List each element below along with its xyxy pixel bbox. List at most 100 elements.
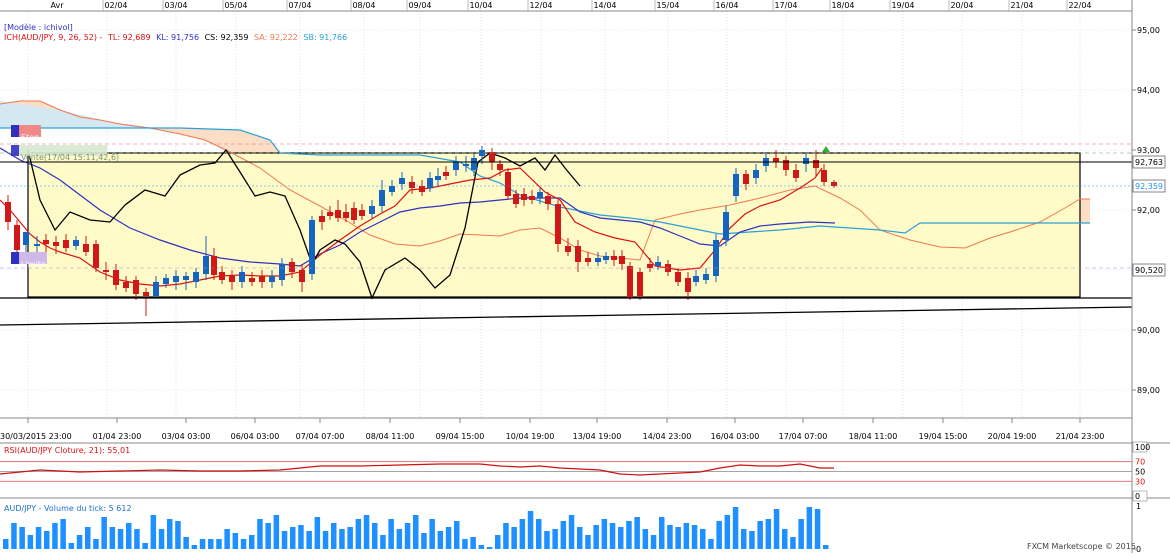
candle-bear — [513, 194, 519, 204]
bottom-axis-label: 21/04 23:00 — [1056, 432, 1105, 441]
volume-bar — [183, 537, 189, 549]
volume-bar — [27, 535, 34, 549]
top-axis-date: 17/04 — [774, 1, 797, 10]
volume-bar — [281, 531, 288, 549]
candle-bear — [793, 170, 799, 178]
candle-bull — [389, 186, 395, 192]
volume-bar — [380, 535, 386, 549]
candle-bear — [565, 246, 571, 252]
candle-bull — [34, 244, 40, 246]
volume-bar — [265, 523, 271, 549]
candle-bull — [723, 212, 729, 240]
candle-bear — [611, 256, 617, 260]
candle-bull — [595, 258, 601, 262]
volume-bar — [519, 519, 526, 549]
candle-bear — [831, 182, 837, 186]
bottom-axis-label: 01/04 23:00 — [93, 432, 142, 441]
candle-bear — [103, 270, 109, 272]
bottom-axis-label: 16/04 03:00 — [711, 432, 760, 441]
volume-bar — [68, 543, 75, 549]
candle-bear — [327, 212, 333, 216]
volume-bar — [782, 529, 788, 549]
bottom-axis-label: 20/04 19:00 — [988, 432, 1037, 441]
candle-bull — [753, 170, 759, 178]
candle-bear — [497, 164, 503, 170]
candle-bull — [173, 276, 179, 282]
volume-bar — [158, 529, 165, 549]
volume-bar — [232, 533, 239, 549]
candle-bear — [143, 292, 149, 296]
volume-bar — [552, 529, 558, 549]
sell-order-tag[interactable]: Vente(17/04 15:11,42,6) — [11, 145, 119, 162]
candle-bear — [585, 258, 591, 262]
candle-bear — [219, 272, 225, 280]
volume-bar — [659, 517, 665, 549]
price-chart[interactable]: Avr 02/04 03/04 05/04 07/04 08/04 09/04 10/04 12… — [0, 0, 1170, 554]
top-axis-date: 20/04 — [950, 1, 973, 10]
tl-value: TL: 92,689 — [107, 33, 151, 42]
candle-bull — [73, 240, 79, 246]
candle-bear — [93, 244, 99, 268]
rsi-tick-label: 0 — [1135, 492, 1140, 501]
bottom-axis-label: 19/04 15:00 — [919, 432, 968, 441]
candle-bear — [123, 282, 129, 288]
bottom-axis-label: 06/04 03:00 — [231, 432, 280, 441]
candle-bear — [83, 244, 89, 252]
volume-bar — [126, 523, 132, 549]
volume-bar — [216, 539, 222, 549]
volume-tick-bottom: 0 — [1136, 545, 1141, 553]
volume-bar — [495, 535, 501, 549]
volume-bar — [101, 517, 107, 549]
limit-order-tag[interactable]: Limite — [11, 252, 47, 269]
candle-bull — [269, 276, 275, 282]
volume-tick-top: 1 — [1136, 502, 1141, 511]
volume-bar — [527, 511, 534, 549]
candle-bear — [545, 196, 551, 204]
candle-bull — [23, 232, 29, 245]
candle-bear — [229, 276, 235, 282]
candle-bull — [239, 272, 245, 282]
volume-bar — [568, 515, 575, 549]
candle-bull — [379, 190, 385, 206]
candle-bull — [153, 282, 159, 296]
volume-bar — [626, 521, 632, 549]
cs-value: CS: 92,359 — [204, 33, 249, 42]
volume-bar — [322, 531, 329, 549]
volume-bar — [85, 527, 91, 549]
volume-bar — [404, 523, 411, 549]
volume-bar — [445, 527, 452, 549]
candle-bear — [575, 246, 581, 262]
rsi-tick-label: 100 — [1135, 443, 1150, 452]
candle-bull — [453, 162, 459, 170]
volume-bar — [609, 523, 616, 549]
rsi-tick-label: 50 — [1135, 468, 1145, 477]
volume-bar — [454, 521, 460, 549]
price-axis-label: 92,00 — [1137, 206, 1160, 215]
candle-bear — [489, 152, 495, 162]
volume-bar — [691, 525, 698, 549]
candle-bear — [647, 264, 653, 268]
volume-bar — [765, 519, 772, 549]
volume-bar — [585, 535, 591, 549]
top-axis-date: 10/04 — [469, 1, 492, 10]
sell-order-label: Vente(17/04 15:11,42,6) — [21, 153, 120, 162]
volume-bar — [478, 545, 485, 549]
top-axis-date: 12/04 — [529, 1, 552, 10]
volume-bar — [306, 531, 312, 549]
top-axis-date: 21/04 — [1010, 1, 1033, 10]
candle-bear — [53, 242, 59, 246]
volume-bar — [675, 527, 681, 549]
volume-bar — [191, 545, 198, 549]
volume-bar — [150, 515, 157, 549]
volume-bar — [347, 527, 353, 549]
bottom-axis-label: 30/03/2015 23:00 — [0, 432, 72, 441]
volume-bar — [413, 515, 419, 549]
candle-bull — [471, 158, 477, 170]
stop-order-tag[interactable]: Stop — [11, 125, 41, 142]
candle-bear — [637, 272, 643, 296]
candle-bear — [5, 202, 11, 222]
top-axis-date: 19/04 — [891, 1, 914, 10]
candle-bull — [693, 276, 699, 282]
top-axis-date: 16/04 — [715, 1, 738, 10]
volume-bar — [109, 527, 116, 549]
